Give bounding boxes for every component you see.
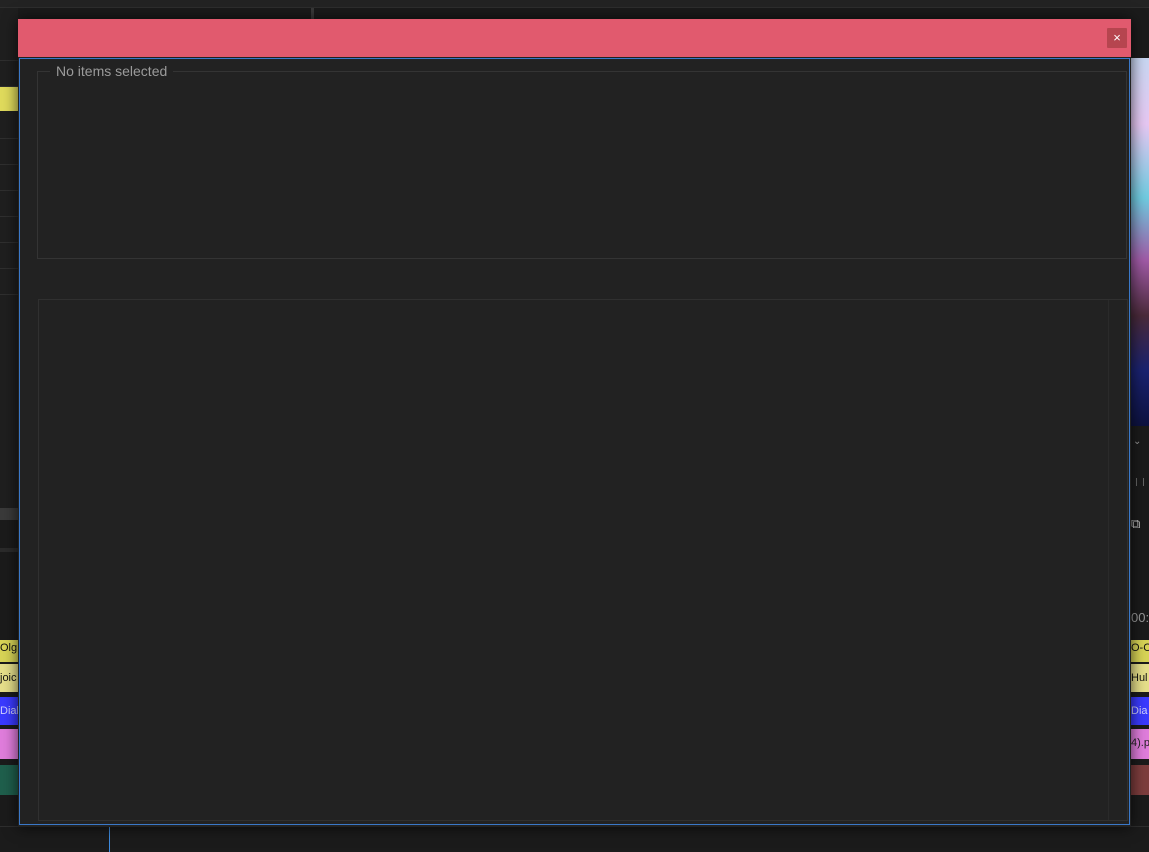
row-divider <box>0 138 18 139</box>
chevron-down-icon[interactable]: ⌄ <box>1133 436 1141 447</box>
clip-label: Dialo <box>0 705 18 717</box>
close-icon: × <box>1113 30 1121 45</box>
row-divider <box>0 242 18 243</box>
clip-label: O-C <box>1131 642 1149 654</box>
selection-group-box: No items selected <box>37 63 1127 259</box>
scrollbar[interactable] <box>0 508 18 520</box>
export-frame-icon[interactable]: ⧉ <box>1131 516 1149 534</box>
timeline-clip[interactable]: 4).pn <box>1131 729 1149 759</box>
list-divider <box>1108 300 1109 820</box>
group-legend: No items selected <box>50 63 174 79</box>
left-panel-edge <box>0 8 18 518</box>
timeline-clip[interactable]: Dialo <box>0 697 18 725</box>
label-color-chip <box>0 87 18 111</box>
panel-divider <box>0 548 18 552</box>
timeline-clip[interactable]: Dia <box>1131 697 1149 725</box>
program-monitor-preview <box>1131 58 1149 426</box>
row-divider <box>0 216 18 217</box>
audio-clip[interactable] <box>0 765 18 795</box>
playhead[interactable] <box>109 826 110 852</box>
close-button[interactable]: × <box>1107 28 1127 48</box>
row-divider <box>0 294 18 295</box>
clip-label: Olg <box>0 642 18 654</box>
timeline-clip[interactable]: joic <box>0 664 18 692</box>
clip-label: Dia <box>1131 705 1148 717</box>
timeline-clip[interactable]: Hul <box>1131 664 1149 692</box>
row-divider <box>0 60 18 61</box>
dialog-window: × No items selected <box>18 19 1131 827</box>
dialog-titlebar[interactable]: × <box>18 19 1131 57</box>
row-divider <box>0 164 18 165</box>
timecode-display: 00: <box>1131 610 1149 625</box>
items-list-panel[interactable] <box>38 299 1128 821</box>
clip-label: Hul <box>1131 672 1148 684</box>
row-divider <box>0 268 18 269</box>
timeline-clip[interactable] <box>0 729 18 759</box>
row-divider <box>0 190 18 191</box>
audio-clip[interactable] <box>1131 765 1149 795</box>
ruler-tick <box>1136 478 1144 486</box>
timeline-clip[interactable]: O-C <box>1131 640 1149 662</box>
top-strip <box>0 0 1149 8</box>
timeline-clip[interactable]: Olg <box>0 640 18 662</box>
clip-label: joic <box>0 672 17 684</box>
dialog-content: No items selected <box>19 58 1130 825</box>
clip-label: 4).pn <box>1131 737 1149 749</box>
